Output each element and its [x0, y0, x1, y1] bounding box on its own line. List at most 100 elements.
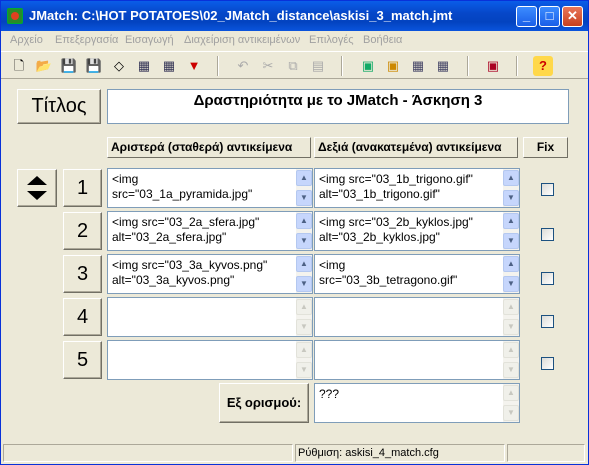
down-arrow-icon	[27, 191, 47, 200]
toolbar-separator	[516, 56, 518, 76]
menu-insert[interactable]: Εισαγωγή	[125, 34, 174, 46]
scroll-up-icon[interactable]: ▲	[503, 213, 519, 229]
scroll-up-icon[interactable]: ▲	[503, 342, 519, 358]
save-as-icon[interactable]: 💾	[84, 56, 104, 76]
scroll-up-icon[interactable]: ▲	[296, 342, 312, 358]
new-icon[interactable]: 🗋	[9, 56, 29, 76]
eraser-icon[interactable]: ◇	[109, 56, 129, 76]
menu-file[interactable]: Αρχείο	[10, 34, 43, 46]
scroll-down-icon[interactable]: ▼	[296, 319, 312, 335]
scroll-up-icon[interactable]: ▲	[503, 299, 519, 315]
scrollbar[interactable]: ▲ ▼	[503, 169, 519, 207]
left-item-field[interactable]: <img src="03_3a_kyvos.png" alt="03_3a_ky…	[107, 254, 313, 294]
toolbar: 🗋 📂 💾 💾 ◇ ▦ ▦ ▼ ↶ ✂ ⧉ ▤ ▣ ▣ ▦ ▦ ▣ ?	[1, 51, 588, 79]
scroll-up-icon[interactable]: ▲	[503, 385, 519, 401]
scroll-up-icon[interactable]: ▲	[296, 213, 312, 229]
row-number[interactable]: 5	[63, 341, 102, 379]
scroll-down-icon[interactable]: ▼	[296, 190, 312, 206]
scroll-down-icon[interactable]: ▼	[503, 233, 519, 249]
scroll-down-icon[interactable]: ▼	[296, 233, 312, 249]
scroll-down-icon[interactable]: ▼	[503, 319, 519, 335]
help-icon[interactable]: ?	[533, 56, 553, 76]
scroll-up-icon[interactable]: ▲	[503, 170, 519, 186]
status-panel-right	[507, 444, 585, 462]
drag-drop-icon[interactable]: ▦	[159, 56, 179, 76]
paste-icon[interactable]: ▤	[308, 56, 328, 76]
scroll-down-icon[interactable]: ▼	[296, 362, 312, 378]
right-items-header: Δεξιά (ανακατεμένα) αντικείμενα	[314, 137, 518, 158]
close-button[interactable]: ✕	[562, 6, 583, 27]
scroll-down-icon[interactable]: ▼	[503, 362, 519, 378]
open-icon[interactable]: 📂	[34, 56, 54, 76]
row-number[interactable]: 3	[63, 255, 102, 293]
save-icon[interactable]: 💾	[59, 56, 79, 76]
right-item-text: <img src="03_3b_tetragono.gif"	[319, 258, 458, 287]
maximize-button[interactable]: □	[539, 6, 560, 27]
scrollbar[interactable]: ▲ ▼	[296, 169, 312, 207]
left-item-field[interactable]: <img src="03_1a_pyramida.jpg" ▲ ▼	[107, 168, 313, 208]
right-item-field[interactable]: ▲ ▼	[314, 297, 520, 337]
left-item-text: <img src="03_1a_pyramida.jpg"	[112, 172, 253, 201]
menu-bar: Αρχείο Επεξεργασία Εισαγωγή Διαχείριση α…	[1, 31, 588, 51]
fix-checkbox[interactable]	[541, 357, 554, 370]
fix-checkbox[interactable]	[541, 228, 554, 241]
copy-icon[interactable]: ⧉	[283, 56, 303, 76]
scrollbar[interactable]: ▲ ▼	[296, 341, 312, 379]
fix-checkbox[interactable]	[541, 272, 554, 285]
scrollbar[interactable]: ▲ ▼	[503, 212, 519, 250]
status-panel-left	[3, 444, 293, 462]
scrollbar[interactable]: ▲ ▼	[503, 341, 519, 379]
scrollbar[interactable]: ▲ ▼	[296, 212, 312, 250]
grid2-icon[interactable]: ▦	[433, 56, 453, 76]
web-page-icon[interactable]: ▦	[134, 56, 154, 76]
menu-help[interactable]: Βοήθεια	[363, 34, 402, 46]
down-arrow-icon[interactable]: ▼	[184, 56, 204, 76]
scroll-rows-button[interactable]	[17, 169, 57, 207]
row-number[interactable]: 2	[63, 212, 102, 250]
image-icon[interactable]: ▣	[358, 56, 378, 76]
right-item-field[interactable]: <img src="03_1b_trigono.gif" alt="03_1b_…	[314, 168, 520, 208]
config-icon[interactable]: ▣	[383, 56, 403, 76]
monitor-icon[interactable]: ▣	[483, 56, 503, 76]
undo-icon[interactable]: ↶	[233, 56, 253, 76]
scroll-up-icon[interactable]: ▲	[296, 299, 312, 315]
right-item-field[interactable]: <img src="03_3b_tetragono.gif" ▲ ▼	[314, 254, 520, 294]
left-item-field[interactable]: <img src="03_2a_sfera.jpg" alt="03_2a_sf…	[107, 211, 313, 251]
scroll-up-icon[interactable]: ▲	[296, 256, 312, 272]
toolbar-separator	[217, 56, 219, 76]
cut-icon[interactable]: ✂	[258, 56, 278, 76]
window-title: JMatch: C:\HOT POTATOES\02_JMatch_distan…	[29, 8, 453, 23]
scrollbar[interactable]: ▲ ▼	[503, 384, 519, 422]
title-bar[interactable]: JMatch: C:\HOT POTATOES\02_JMatch_distan…	[1, 1, 588, 31]
menu-edit[interactable]: Επεξεργασία	[55, 34, 118, 46]
scroll-up-icon[interactable]: ▲	[503, 256, 519, 272]
fix-header: Fix	[523, 137, 568, 158]
left-item-text: <img src="03_3a_kyvos.png" alt="03_3a_ky…	[112, 258, 268, 287]
default-distractor-field[interactable]: ??? ▲ ▼	[314, 383, 520, 423]
scrollbar[interactable]: ▲ ▼	[296, 255, 312, 293]
right-item-field[interactable]: ▲ ▼	[314, 340, 520, 380]
scroll-down-icon[interactable]: ▼	[503, 405, 519, 421]
minimize-button[interactable]: _	[516, 6, 537, 27]
scroll-down-icon[interactable]: ▼	[296, 276, 312, 292]
left-item-field[interactable]: ▲ ▼	[107, 297, 313, 337]
default-distractor-text: ???	[319, 387, 340, 401]
app-icon[interactable]	[7, 8, 23, 24]
scrollbar[interactable]: ▲ ▼	[503, 255, 519, 293]
app-window: JMatch: C:\HOT POTATOES\02_JMatch_distan…	[0, 0, 589, 465]
scrollbar[interactable]: ▲ ▼	[503, 298, 519, 336]
row-number[interactable]: 1	[63, 169, 102, 207]
scroll-down-icon[interactable]: ▼	[503, 190, 519, 206]
right-item-field[interactable]: <img src="03_2b_kyklos.jpg" alt="03_2b_k…	[314, 211, 520, 251]
scroll-up-icon[interactable]: ▲	[296, 170, 312, 186]
fix-checkbox[interactable]	[541, 315, 554, 328]
scrollbar[interactable]: ▲ ▼	[296, 298, 312, 336]
menu-manage-items[interactable]: Διαχείριση αντικειμένων	[184, 34, 300, 46]
menu-options[interactable]: Επιλογές	[309, 34, 354, 46]
title-input[interactable]: Δραστηριότητα με το JMatch - Άσκηση 3	[107, 89, 569, 124]
row-number[interactable]: 4	[63, 298, 102, 336]
grid-icon[interactable]: ▦	[408, 56, 428, 76]
fix-checkbox[interactable]	[541, 183, 554, 196]
scroll-down-icon[interactable]: ▼	[503, 276, 519, 292]
left-item-field[interactable]: ▲ ▼	[107, 340, 313, 380]
